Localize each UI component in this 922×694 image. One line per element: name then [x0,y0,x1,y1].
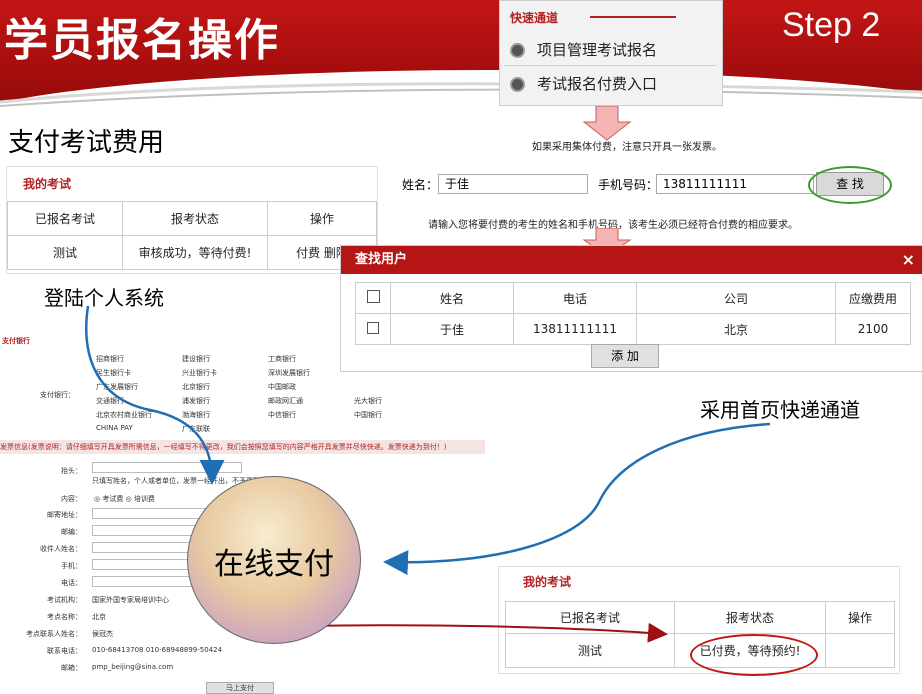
arrow-pay-to-status [300,625,664,634]
arrow-express-to-pay [388,424,770,562]
connector-arrows [0,0,922,688]
arrow-login-to-pay [86,306,212,480]
callout-online: 在线支付 [188,539,360,583]
online-pay-circle: 在线支付 [187,476,361,644]
